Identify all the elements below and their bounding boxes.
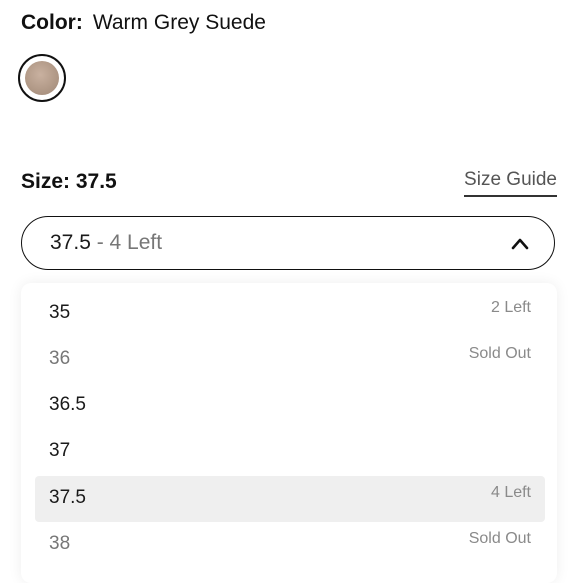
size-select[interactable]: 37.5 - 4 Left [21,216,555,270]
size-option-37-5[interactable]: 37.5 4 Left [35,476,545,522]
selected-separator: - [90,231,110,254]
selected-size: 37.5 [50,231,91,254]
color-swatch-selected[interactable] [18,54,66,102]
size-option-36[interactable]: 36 Sold Out [35,337,545,383]
option-size: 38 [49,533,71,554]
size-value: 37.5 [75,170,117,193]
option-stock: Sold Out [468,530,531,547]
color-heading: Color: Warm Grey Suede [21,9,266,37]
option-size: 35 [49,302,71,323]
color-label: Color: [21,11,83,34]
option-stock: 4 Left [490,484,531,501]
size-options-list: 35 2 Left 36 Sold Out 36.5 37 37.5 4 Lef… [21,283,557,583]
warm-grey-suede-swatch [25,61,59,95]
option-stock: Sold Out [468,345,531,362]
size-guide-link[interactable]: Size Guide [464,167,557,197]
selected-stock: 4 Left [109,231,163,254]
option-size: 37 [49,440,71,461]
size-option-37[interactable]: 37 [35,429,545,475]
color-value: Warm Grey Suede [92,11,266,34]
size-option-38[interactable]: 38 Sold Out [35,522,545,568]
size-option-36-5[interactable]: 36.5 [35,383,545,429]
chevron-up-icon [511,238,529,250]
option-size: 37.5 [49,487,86,508]
size-option-35[interactable]: 35 2 Left [35,291,545,337]
size-select-value: 37.5 - 4 Left [50,230,162,256]
option-size: 36 [49,348,71,369]
size-heading: Size: 37.5 [21,168,117,196]
size-label: Size: [21,170,71,193]
option-size: 36.5 [49,394,86,415]
option-stock: 2 Left [490,299,531,316]
